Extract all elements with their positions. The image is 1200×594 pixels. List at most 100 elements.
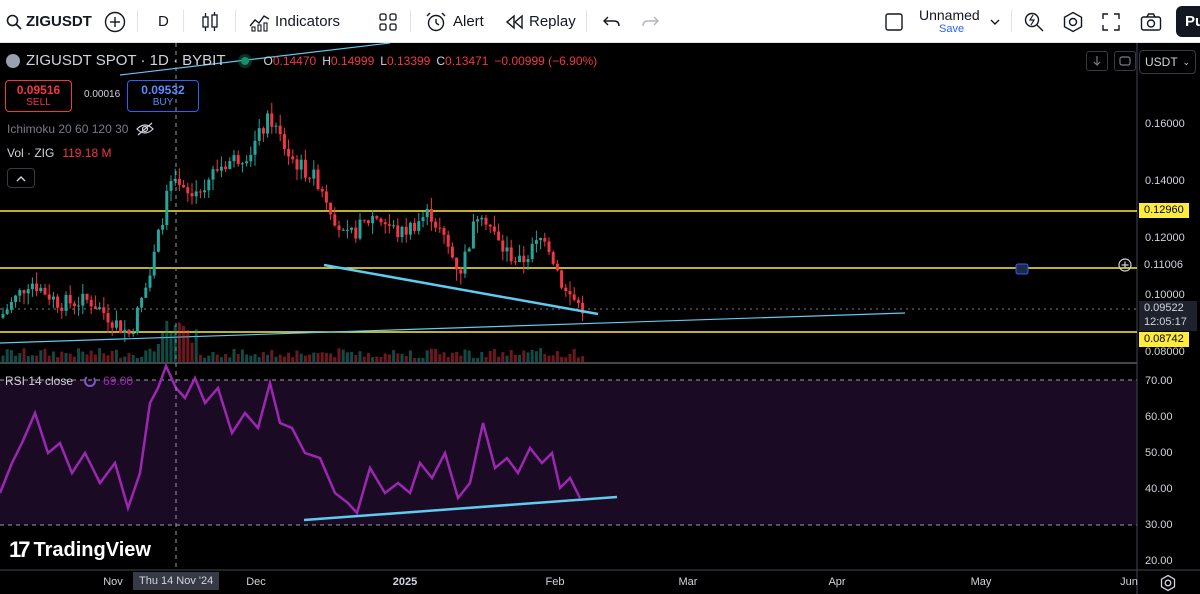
- candle-body: [530, 243, 534, 260]
- volume-bar: [274, 356, 278, 362]
- rewind-icon: [506, 13, 523, 30]
- candle-body: [316, 169, 320, 190]
- market-status-icon: [241, 56, 250, 65]
- long-trendline-lower[interactable]: [0, 312, 906, 344]
- volume-bar: [131, 355, 135, 362]
- candle-body: [236, 155, 240, 165]
- bar-countdown: 12:05:17: [1144, 316, 1187, 328]
- layout-name-button[interactable]: Unnamed Save: [919, 0, 980, 43]
- volume-bar: [228, 357, 232, 362]
- candle-body: [135, 307, 139, 333]
- volume-bar: [1, 355, 5, 362]
- candle-body: [39, 287, 43, 292]
- ohlc-open: O0.14470: [263, 53, 317, 68]
- volume-bar: [106, 355, 110, 362]
- buy-button[interactable]: 0.09532 BUY: [127, 80, 199, 112]
- volume-bar: [551, 355, 555, 362]
- rsi-background: [0, 380, 1137, 525]
- collapse-legend-button[interactable]: [7, 168, 35, 188]
- pane-maximize-button[interactable]: [1114, 51, 1136, 71]
- rsi-legend[interactable]: RSI 14 close 69.00: [5, 374, 133, 388]
- rsi-tick: 20.00: [1145, 555, 1173, 567]
- volume-bar: [282, 356, 286, 362]
- rsi-tick: 30.00: [1145, 519, 1173, 531]
- price-tick: 0.10000: [1145, 289, 1185, 301]
- interval-button[interactable]: D: [158, 0, 169, 43]
- candle-body: [207, 179, 211, 191]
- volume-bar: [35, 355, 39, 362]
- volume-bar: [51, 351, 55, 362]
- templates-button[interactable]: [378, 0, 398, 43]
- sell-button[interactable]: 0.09516 SELL: [5, 80, 72, 112]
- axis-settings-icon[interactable]: [1159, 574, 1177, 592]
- scroll-down-button[interactable]: [1086, 51, 1108, 71]
- compare-symbol-button[interactable]: [104, 0, 126, 43]
- volume-bar: [85, 354, 89, 362]
- price-tag-mid-value: 0.11006: [1144, 259, 1183, 271]
- rsi-tick: 40.00: [1145, 483, 1173, 495]
- volume-bar: [110, 351, 114, 362]
- volume-bar: [219, 357, 223, 362]
- alert-button[interactable]: Alert: [425, 0, 484, 43]
- candle-body: [190, 193, 194, 197]
- candle-body: [93, 306, 97, 310]
- layout-menu-button[interactable]: [990, 0, 1000, 43]
- volume-bar: [165, 320, 169, 362]
- eye-hidden-icon[interactable]: [136, 122, 155, 136]
- replay-label: Replay: [529, 13, 576, 30]
- sell-price: 0.09516: [16, 83, 61, 97]
- redo-button[interactable]: [641, 0, 659, 43]
- quick-search-button[interactable]: [1023, 0, 1045, 43]
- undo-button[interactable]: [603, 0, 621, 43]
- volume-bar: [152, 351, 156, 362]
- undo-icon: [603, 16, 620, 26]
- volume-bar: [379, 356, 383, 362]
- candle-body: [110, 322, 114, 328]
- candle-body: [177, 178, 181, 185]
- volume-bar: [257, 357, 261, 362]
- volume-bar: [249, 355, 253, 362]
- plus-circle-icon: [104, 11, 126, 32]
- alert-marker[interactable]: [1015, 263, 1029, 275]
- volume-bar: [425, 350, 429, 362]
- add-plus-icon[interactable]: [1118, 258, 1132, 272]
- candle-body: [144, 287, 148, 298]
- currency-select[interactable]: USDT ⌄: [1139, 50, 1196, 74]
- candle-body: [47, 294, 51, 300]
- volume-bar: [161, 332, 165, 362]
- candle-body: [488, 224, 492, 227]
- candle-body: [564, 287, 568, 292]
- chart-area[interactable]: ZIGUSDT SPOT · 1D · BYBIT O0.14470 H0.14…: [0, 43, 1200, 594]
- volume-bar: [421, 357, 425, 362]
- snapshot-button[interactable]: [1140, 0, 1162, 43]
- candle-body: [270, 113, 274, 127]
- volume-bar: [375, 356, 379, 362]
- symbol-legend[interactable]: ZIGUSDT SPOT · 1D · BYBIT O0.14470 H0.14…: [6, 52, 597, 69]
- volume-legend[interactable]: Vol · ZIG 119.18 M: [7, 146, 112, 160]
- chart-type-button[interactable]: [201, 0, 219, 43]
- indicators-button[interactable]: Indicators: [249, 0, 340, 43]
- replay-button[interactable]: Replay: [506, 0, 576, 43]
- candle-body: [547, 241, 551, 253]
- volume-bar: [127, 353, 131, 362]
- fullscreen-button[interactable]: [1102, 0, 1120, 43]
- tradingview-logo[interactable]: 17 TradingView: [9, 537, 151, 563]
- volume-bar: [186, 330, 190, 362]
- price-tick: 0.16000: [1145, 118, 1185, 130]
- candle-body: [156, 229, 160, 252]
- ichimoku-legend[interactable]: Ichimoku 20 60 120 30: [7, 122, 155, 136]
- volume-bar: [207, 355, 211, 362]
- layout-checkbox[interactable]: [884, 0, 904, 43]
- candle-body: [308, 177, 312, 179]
- candle-body: [337, 225, 341, 230]
- candle-body: [81, 293, 85, 306]
- candle-body: [513, 261, 517, 263]
- chart-canvas[interactable]: [0, 43, 1200, 594]
- volume-bar: [476, 357, 480, 362]
- publish-button[interactable]: Pu: [1176, 6, 1200, 37]
- volume-bar: [434, 348, 438, 362]
- symbol-search[interactable]: ZIGUSDT: [6, 0, 92, 43]
- candle-body: [215, 169, 219, 171]
- settings-button[interactable]: [1062, 0, 1084, 43]
- volume-bar: [278, 354, 282, 362]
